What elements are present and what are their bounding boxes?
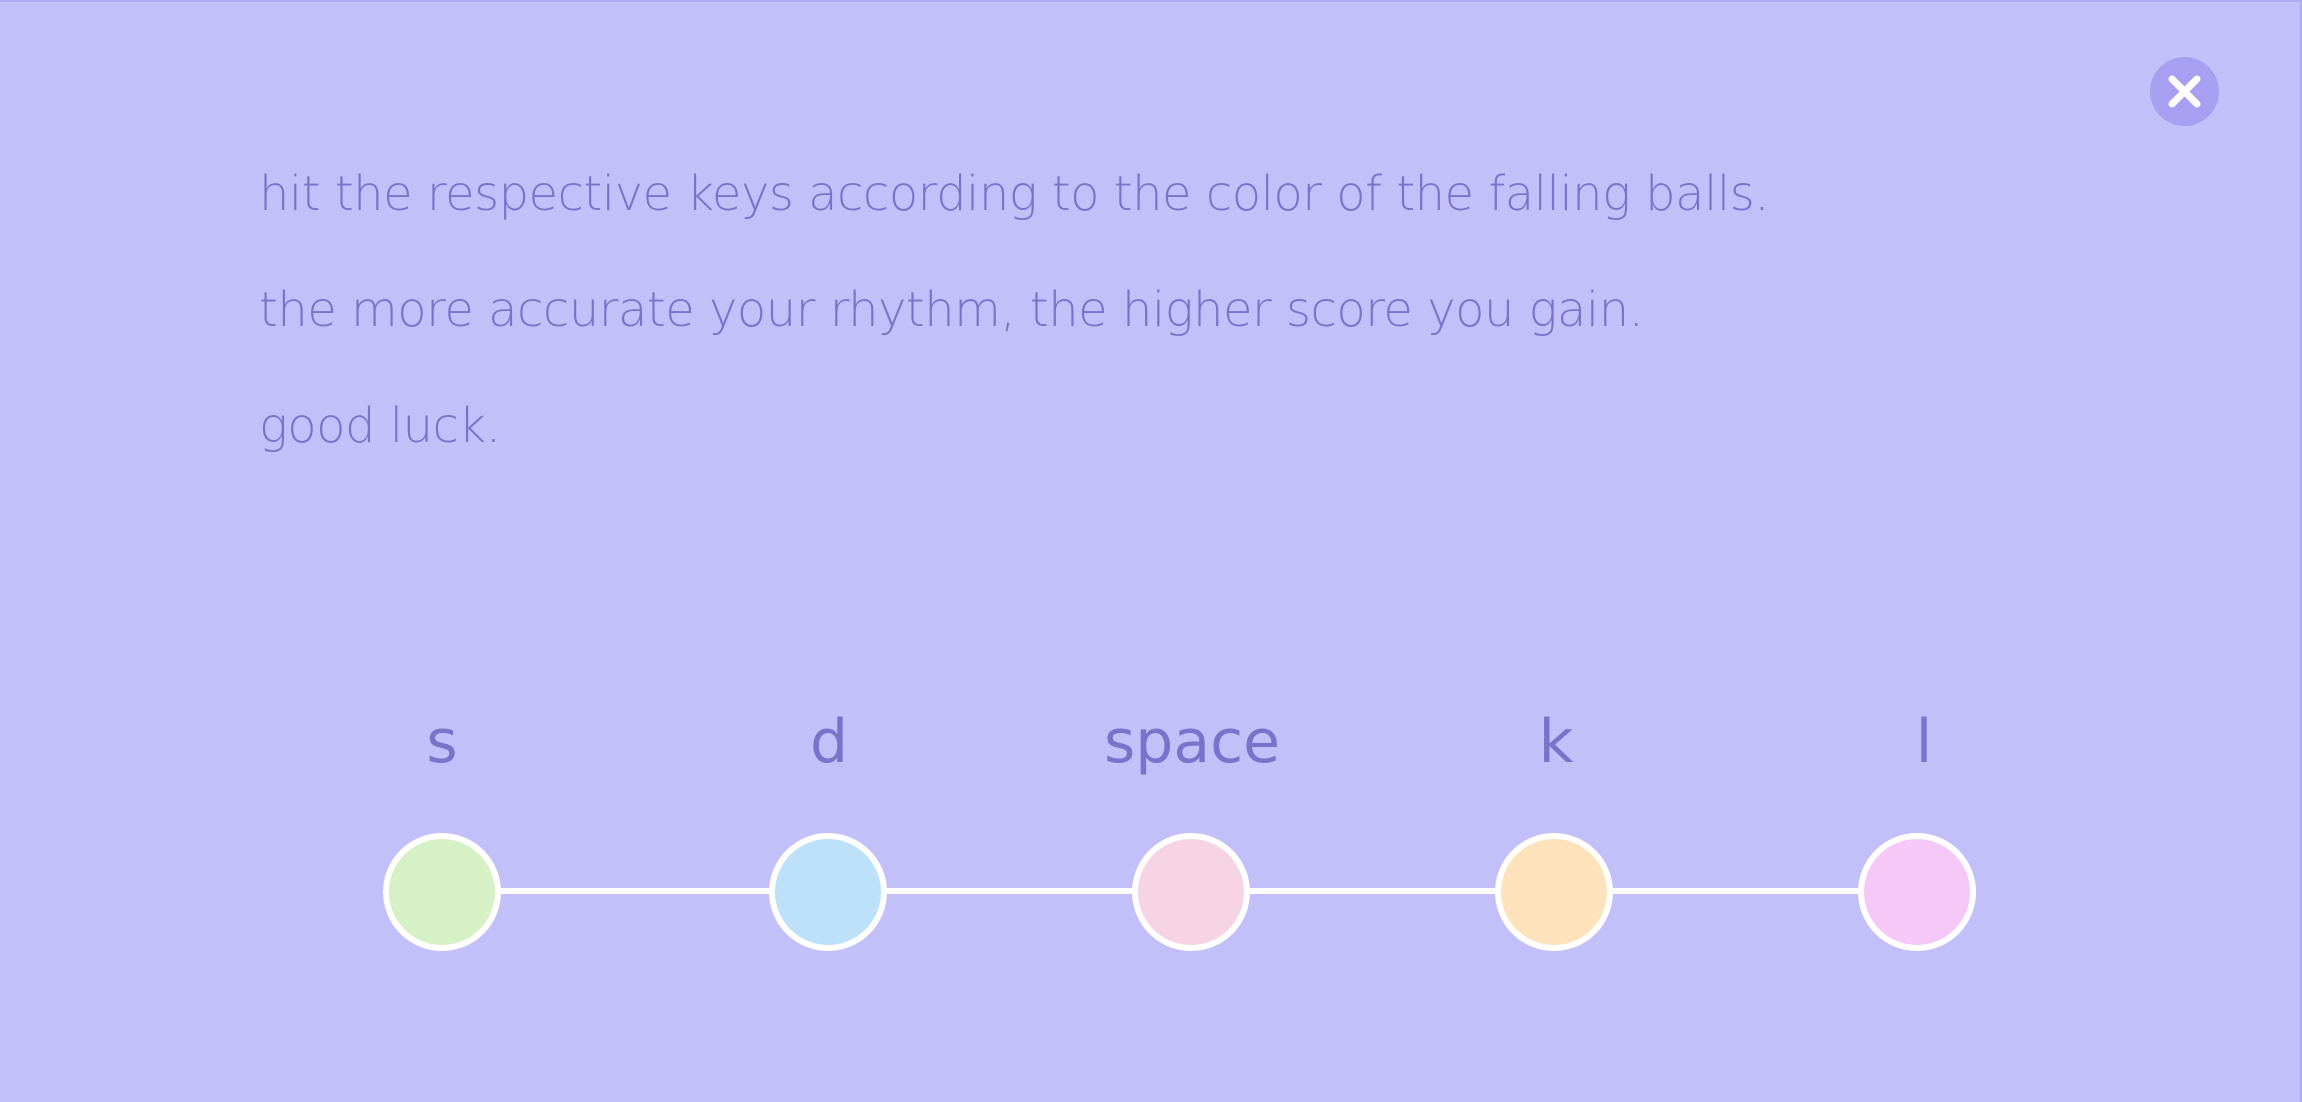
key-ball-k[interactable] bbox=[1495, 833, 1613, 951]
key-ball-space[interactable] bbox=[1132, 833, 1250, 951]
key-ball-l[interactable] bbox=[1858, 833, 1976, 951]
key-label-l: l bbox=[1915, 707, 1933, 777]
key-label-s: s bbox=[426, 707, 458, 777]
key-map: s d space k l bbox=[0, 2, 2302, 1102]
key-label-space: space bbox=[1103, 707, 1280, 777]
key-label-d: d bbox=[809, 707, 849, 777]
key-ball-s[interactable] bbox=[383, 833, 501, 951]
key-ball-d[interactable] bbox=[769, 833, 887, 951]
key-label-k: k bbox=[1538, 707, 1574, 777]
instructions-overlay: hit the respective keys according to the… bbox=[0, 0, 2302, 1102]
